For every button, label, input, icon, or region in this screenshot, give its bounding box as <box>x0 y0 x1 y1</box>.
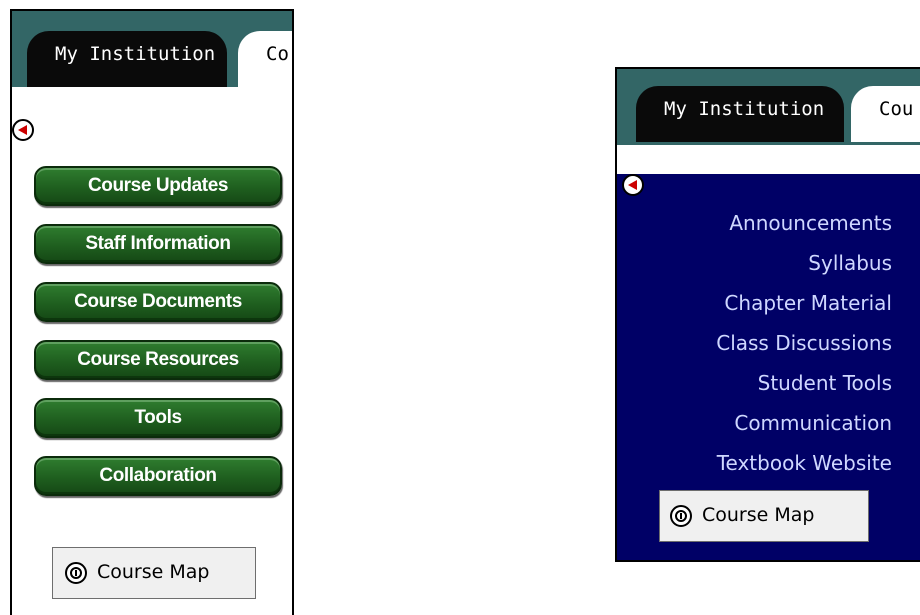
tab-label: Cou <box>879 98 914 120</box>
course-menu-text-style: My Institution Cou Announcements Syllabu… <box>615 67 920 562</box>
tab-courses[interactable]: Cou <box>851 86 920 142</box>
course-menu-button-style: My Institution Co Course Updates Staff I… <box>10 9 294 615</box>
menu-button-course-updates[interactable]: Course Updates <box>34 166 282 206</box>
menu-button-course-resources[interactable]: Course Resources <box>34 340 282 380</box>
menu-button-collaboration[interactable]: Collaboration <box>34 456 282 496</box>
tab-my-institution[interactable]: My Institution <box>636 86 844 142</box>
menu-button-tools[interactable]: Tools <box>34 398 282 438</box>
tab-courses[interactable]: Co <box>238 31 292 87</box>
course-map-icon <box>65 562 87 584</box>
course-map-label: Course Map <box>97 561 210 583</box>
menu-button-course-documents[interactable]: Course Documents <box>34 282 282 322</box>
tab-label: My Institution <box>664 98 825 120</box>
nav-link-textbook-website[interactable]: Textbook Website <box>717 451 892 475</box>
course-map-label: Course Map <box>702 504 815 526</box>
tab-bar: My Institution Co <box>12 11 292 87</box>
tab-my-institution[interactable]: My Institution <box>27 31 227 87</box>
collapse-left-arrow-icon[interactable] <box>622 174 644 196</box>
nav-link-chapter-material[interactable]: Chapter Material <box>724 291 892 315</box>
nav-link-communication[interactable]: Communication <box>734 411 892 435</box>
nav-link-class-discussions[interactable]: Class Discussions <box>716 331 892 355</box>
course-map-button[interactable]: Course Map <box>52 547 256 599</box>
tab-label: My Institution <box>55 43 216 65</box>
menu-button-staff-information[interactable]: Staff Information <box>34 224 282 264</box>
nav-link-syllabus[interactable]: Syllabus <box>808 251 892 275</box>
nav-link-announcements[interactable]: Announcements <box>729 211 892 235</box>
collapse-left-arrow-icon[interactable] <box>12 119 34 141</box>
nav-link-student-tools[interactable]: Student Tools <box>758 371 892 395</box>
tab-label: Co <box>266 43 289 65</box>
tab-bar: My Institution Cou <box>617 69 920 145</box>
menu-header-strip <box>617 145 920 174</box>
course-map-icon <box>670 505 692 527</box>
course-map-button[interactable]: Course Map <box>659 490 869 542</box>
